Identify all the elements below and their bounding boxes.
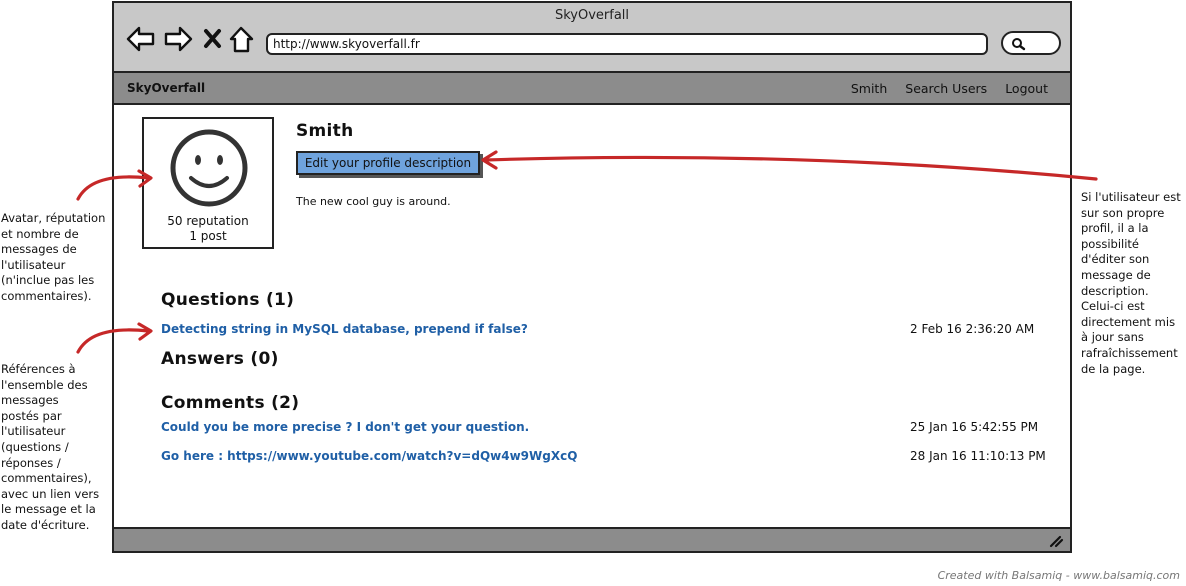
annotation-arrows [76,150,1098,354]
annotation-line: l'utilisateur [1,424,66,439]
annotation-line: avec un lien vers [1,486,100,501]
annotation-line: l'utilisateur [1,257,66,272]
annotation-line: Celui-ci est [1081,299,1145,314]
annotation-line: Avatar, réputation [1,211,106,225]
annotation-line: (questions / [1,439,69,454]
annotation-line: et nombre de [1,226,79,241]
annotation-line: Si l'utilisateur est [1081,190,1181,204]
annotation-line: l'ensemble des [1,377,88,392]
annotation-line: Références à [1,362,76,376]
annotation-line: commentaires). [1,288,92,303]
annotation-line: réponses / [1,455,61,470]
annotation-line: possibilité [1081,236,1139,251]
annotation-line: sur son propre [1081,205,1165,220]
annotation-line: messages [1,393,59,408]
annotation-line: le message et la [1,502,96,517]
balsamiq-watermark: Created with Balsamiq - www.balsamiq.com [937,569,1180,582]
annotation-line: directement mis [1081,314,1176,329]
edit-annotation: Si l'utilisateur est sur son propre prof… [1081,190,1181,377]
annotation-line: date d'écriture. [1,517,90,532]
annotation-line: description. [1081,283,1149,298]
annotation-line: profil, il a la [1081,221,1149,236]
annotation-line: messages de [1,242,77,257]
avatar-annotation-arrow [76,175,150,201]
annotation-line: rafraîchissement [1081,345,1178,360]
references-annotation: Références à l'ensemble des messages pos… [1,362,99,534]
annotation-line: message de [1081,267,1151,282]
annotation-line: d'éditer son [1081,252,1150,267]
annotation-line: de la page. [1081,361,1146,376]
avatar-annotation: Avatar, réputation et nombre de messages… [1,211,105,305]
annotation-line: postés par [1,408,62,423]
annotation-line: (n'inclue pas les [1,273,95,288]
references-annotation-arrow [76,328,150,354]
annotation-line: commentaires), [1,471,92,486]
edit-annotation-arrow [483,155,1098,181]
annotation-line: à jour sans [1081,330,1144,345]
